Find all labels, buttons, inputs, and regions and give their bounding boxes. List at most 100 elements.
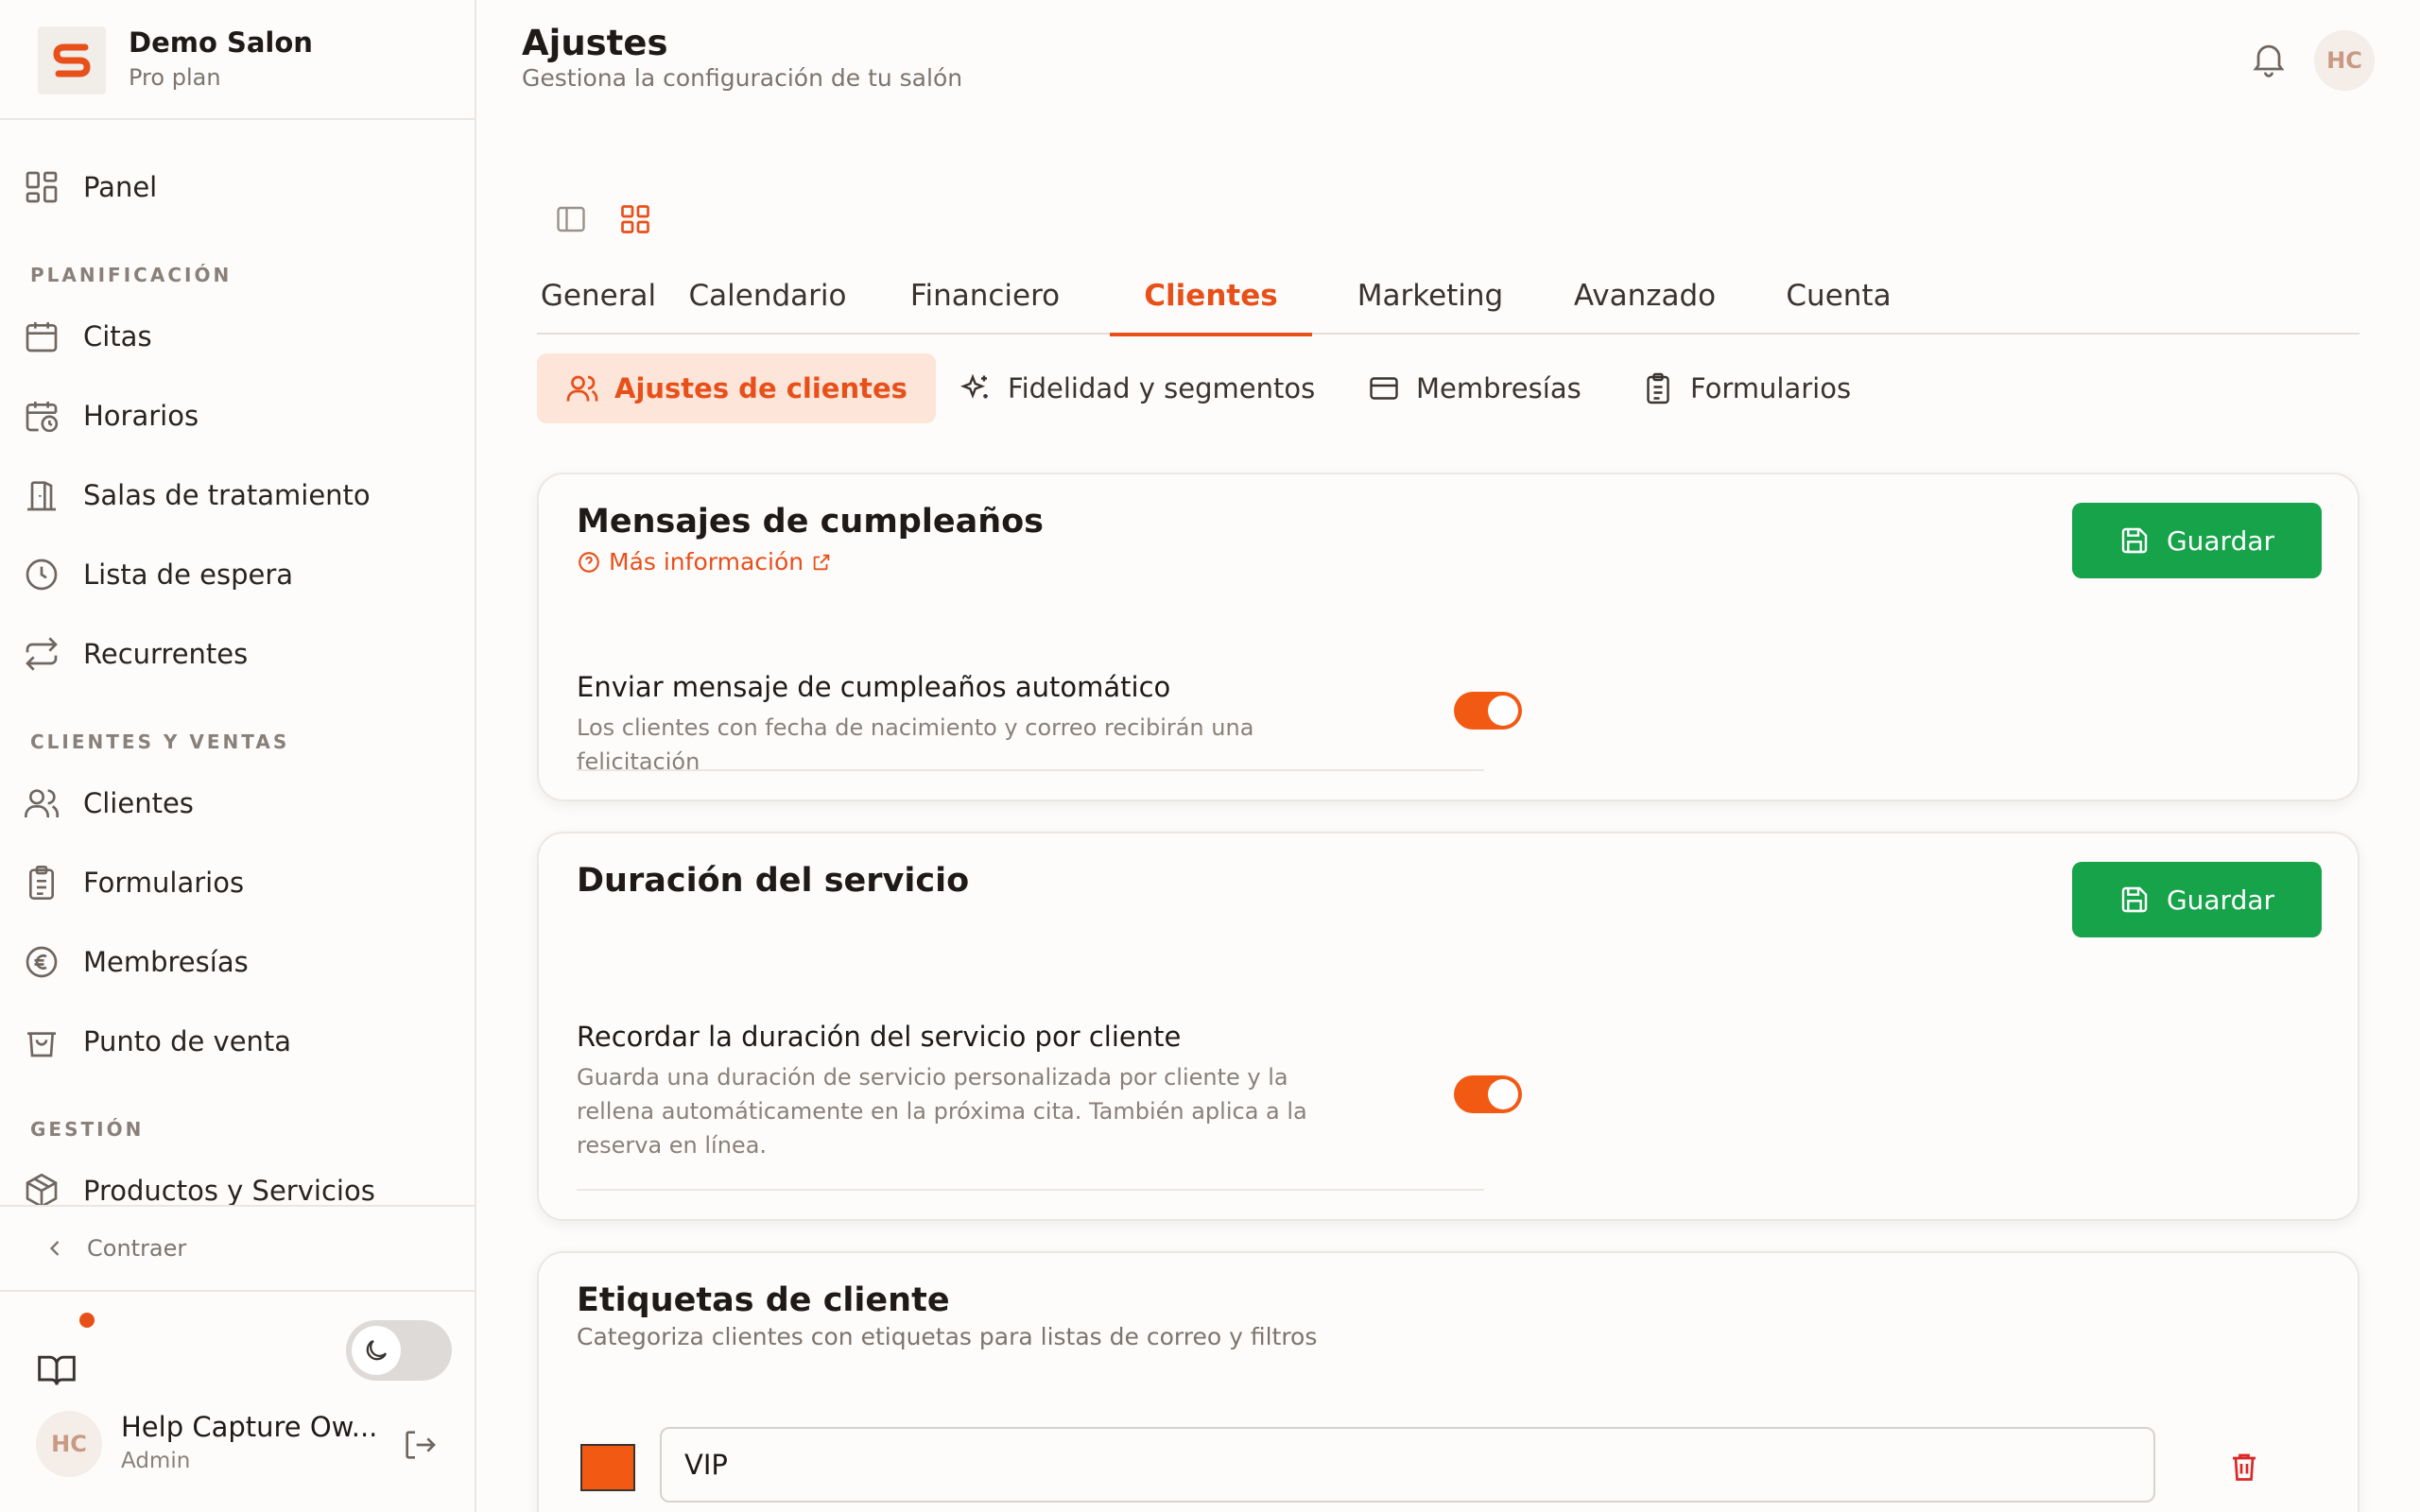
card-description: Categoriza clientes con etiquetas para l… — [577, 1323, 1318, 1350]
sidebar-item-citas[interactable]: Citas — [0, 303, 475, 369]
users-icon — [25, 789, 60, 817]
subtab-formularios[interactable]: Formularios — [1641, 353, 1851, 423]
sidebar-item-label: Membresías — [83, 946, 249, 978]
subtab-ajustes-clientes[interactable]: Ajustes de clientes — [537, 353, 936, 423]
card-title: Duración del servicio — [577, 862, 970, 900]
docs-button[interactable] — [36, 1349, 78, 1390]
section-clients-sales: CLIENTES Y VENTAS — [30, 730, 290, 753]
sidebar-item-label: Clientes — [83, 787, 194, 819]
client-tags-card: Etiquetas de cliente Categoriza clientes… — [537, 1251, 2360, 1512]
logout-icon — [406, 1431, 436, 1459]
sidebar-item-label: Lista de espera — [83, 558, 294, 591]
sidebar-item-punto-venta[interactable]: Punto de venta — [0, 1008, 475, 1074]
delete-tag-button[interactable] — [2227, 1450, 2261, 1484]
sidebar-item-label: Panel — [83, 171, 158, 203]
sidebar-item-label: Productos y Servicios — [83, 1175, 375, 1205]
section-planning: PLANIFICACIÓN — [30, 264, 233, 286]
trash-icon — [2233, 1453, 2256, 1481]
sidebar-item-formularios[interactable]: Formularios — [0, 850, 475, 916]
sidebar-item-lista-espera[interactable]: Lista de espera — [0, 541, 475, 608]
settings-tabs: General Calendario Financiero Clientes M… — [537, 257, 2360, 336]
calendar-icon — [26, 322, 58, 352]
page-subtitle: Gestiona la configuración de tu salón — [522, 64, 963, 92]
save-icon — [2121, 886, 2148, 913]
grid-view-toggle[interactable] — [618, 202, 652, 236]
setting-row: Enviar mensaje de cumpleaños automático … — [577, 671, 1522, 775]
toggle-knob — [1488, 696, 1518, 726]
salon-logo — [38, 26, 106, 94]
shopping-bag-icon — [27, 1032, 56, 1057]
dashboard-icon — [26, 171, 58, 203]
external-link-icon — [813, 554, 830, 570]
notifications-button[interactable] — [2248, 38, 2290, 79]
notification-dot — [79, 1313, 95, 1328]
tab-marketing[interactable]: Marketing — [1331, 257, 1530, 335]
sidebar-item-recurrentes[interactable]: Recurrentes — [0, 621, 475, 687]
save-label: Guardar — [2166, 524, 2275, 557]
chevron-left-icon — [49, 1241, 60, 1256]
more-info-label: Más información — [609, 548, 804, 576]
card-title: Etiquetas de cliente — [577, 1281, 950, 1319]
clock-icon — [26, 558, 58, 591]
package-icon — [26, 1173, 58, 1205]
tab-calendario[interactable]: Calendario — [675, 257, 860, 335]
setting-help: Guarda una duración de servicio personal… — [577, 1064, 1307, 1159]
sidebar-nav: Panel PLANIFICACIÓN Citas Horarios Salas… — [0, 120, 475, 1205]
book-icon — [38, 1355, 76, 1385]
euro-badge-icon — [26, 946, 58, 978]
sparkles-icon — [959, 373, 988, 399]
clipboard-list-icon — [29, 866, 54, 900]
collapse-sidebar-button[interactable]: Contraer — [0, 1205, 475, 1292]
save-button[interactable]: Guardar — [2072, 862, 2322, 937]
salon-plan: Pro plan — [129, 64, 221, 91]
subtab-label: Fidelidad y segmentos — [1008, 372, 1316, 404]
service-duration-card: Duración del servicio Guardar Recordar l… — [537, 832, 2360, 1221]
tab-financiero[interactable]: Financiero — [892, 257, 1078, 335]
sidebar-item-salas[interactable]: Salas de tratamiento — [0, 462, 475, 528]
users-icon — [566, 375, 598, 402]
tab-clientes[interactable]: Clientes — [1110, 257, 1312, 336]
subtab-membresias[interactable]: Membresías — [1367, 353, 1582, 423]
subtab-label: Formularios — [1690, 372, 1852, 404]
tab-cuenta[interactable]: Cuenta — [1758, 257, 1919, 335]
more-info-link[interactable]: Más información — [577, 548, 832, 576]
card-title: Mensajes de cumpleaños — [577, 503, 1044, 541]
sidebar-item-horarios[interactable]: Horarios — [0, 383, 475, 449]
tag-name-input[interactable] — [660, 1427, 2155, 1503]
toggle-knob — [1488, 1079, 1518, 1109]
calendar-clock-icon — [26, 402, 59, 433]
sidebar-item-label: Salas de tratamiento — [83, 479, 371, 511]
tab-general[interactable]: General — [537, 257, 660, 335]
door-icon — [27, 481, 56, 511]
logout-button[interactable] — [401, 1426, 439, 1464]
moon-icon — [366, 1339, 388, 1361]
user-avatar[interactable]: HC — [36, 1411, 102, 1477]
birthday-messages-card: Mensajes de cumpleaños Más información G… — [537, 472, 2360, 801]
theme-toggle[interactable] — [346, 1320, 452, 1381]
duration-toggle[interactable] — [1454, 1075, 1522, 1113]
birthday-toggle[interactable] — [1454, 692, 1522, 730]
subtab-fidelidad[interactable]: Fidelidad y segmentos — [959, 353, 1315, 423]
sidebar-item-membresias[interactable]: Membresías — [0, 929, 475, 995]
panel-left-icon — [557, 206, 585, 232]
sidebar-item-productos[interactable]: Productos y Servicios — [0, 1158, 475, 1205]
setting-label: Enviar mensaje de cumpleaños automático — [577, 671, 1171, 703]
sidebar-item-clientes[interactable]: Clientes — [0, 770, 475, 836]
tab-avanzado[interactable]: Avanzado — [1550, 257, 1739, 335]
setting-help: Los clientes con fecha de nacimiento y c… — [577, 714, 1254, 775]
sidebar-item-label: Formularios — [83, 867, 245, 899]
page-title: Ajustes — [522, 23, 668, 63]
save-label: Guardar — [2166, 884, 2275, 916]
tag-color-picker[interactable] — [580, 1444, 635, 1491]
sidebar-item-label: Citas — [83, 320, 152, 352]
sidebar-view-toggle[interactable] — [554, 202, 588, 236]
save-button[interactable]: Guardar — [2072, 503, 2322, 578]
sidebar-item-label: Horarios — [83, 400, 199, 432]
header-avatar[interactable]: HC — [2314, 30, 2375, 91]
brand-header: Demo Salon Pro plan — [0, 0, 475, 120]
credit-card-icon — [1370, 377, 1398, 400]
bell-icon — [2253, 44, 2285, 77]
subtab-label: Ajustes de clientes — [614, 372, 908, 404]
sidebar-item-panel[interactable]: Panel — [0, 154, 475, 220]
user-role: Admin — [121, 1449, 191, 1473]
